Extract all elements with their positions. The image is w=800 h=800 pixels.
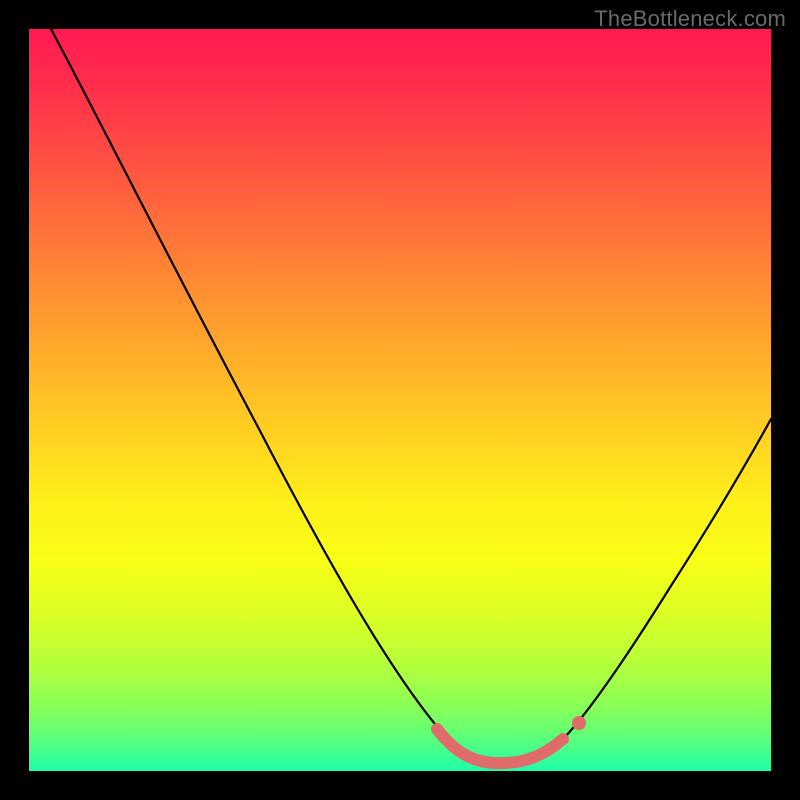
curve-layer bbox=[29, 29, 771, 771]
chart-stage: TheBottleneck.com bbox=[0, 0, 800, 800]
highlight-segment bbox=[437, 729, 563, 763]
highlight-dot bbox=[572, 716, 586, 730]
watermark-text: TheBottleneck.com bbox=[594, 6, 786, 32]
plot-area bbox=[29, 29, 771, 771]
bottleneck-curve bbox=[51, 29, 771, 764]
